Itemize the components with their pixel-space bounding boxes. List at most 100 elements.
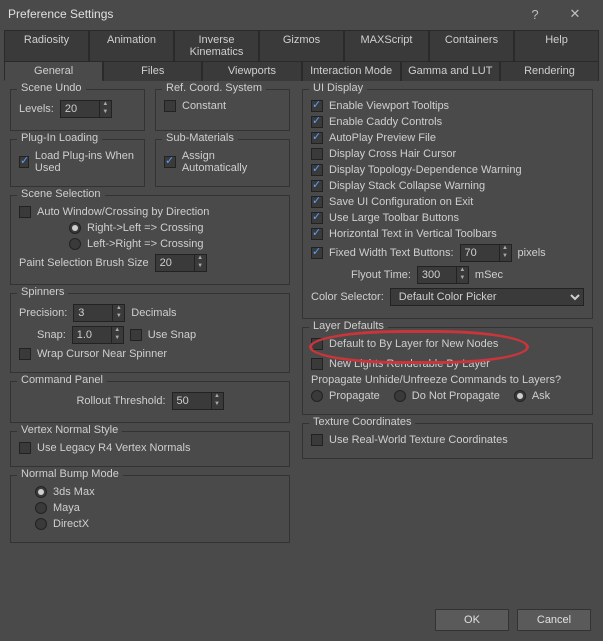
tab-gizmos[interactable]: Gizmos: [259, 30, 344, 61]
spinner-arrows[interactable]: ▲▼: [111, 327, 123, 343]
right-left-label: Right->Left => Crossing: [87, 222, 203, 234]
default-by-layer-checkbox[interactable]: [311, 338, 323, 350]
tab-files[interactable]: Files: [103, 61, 202, 81]
assign-auto-label: Assign Automatically: [182, 150, 281, 174]
preferences-window: Preference Settings ? ✕ RadiosityAnimati…: [0, 0, 603, 641]
left-right-label: Left->Right => Crossing: [87, 238, 203, 250]
cancel-button[interactable]: Cancel: [517, 609, 591, 631]
display-stack-collapse-warning-checkbox[interactable]: [311, 180, 323, 192]
tab-inverse-kinematics[interactable]: Inverse Kinematics: [174, 30, 259, 61]
tab-row-1: RadiosityAnimationInverse KinematicsGizm…: [0, 28, 603, 61]
group-legend: Sub-Materials: [162, 132, 238, 144]
spinner-arrows[interactable]: ▲▼: [112, 305, 124, 321]
tab-maxscript[interactable]: MAXScript: [344, 30, 429, 61]
spinner-arrows[interactable]: ▲▼: [456, 267, 468, 283]
fixed-width-spinner[interactable]: ▲▼: [460, 244, 512, 262]
spinner-arrows[interactable]: ▲▼: [194, 255, 206, 271]
pixels-label: pixels: [518, 247, 546, 259]
wrap-cursor-checkbox[interactable]: [19, 348, 31, 360]
group-legend: Spinners: [17, 286, 68, 298]
fixed-width-input[interactable]: [461, 246, 499, 260]
right-left-radio[interactable]: [69, 222, 81, 234]
fixed-width-checkbox[interactable]: [311, 247, 323, 259]
rollout-spinner[interactable]: ▲▼: [172, 392, 224, 410]
legacy-r4-checkbox[interactable]: [19, 442, 31, 454]
checkbox-label: Display Cross Hair Cursor: [329, 148, 456, 160]
auto-window-checkbox[interactable]: [19, 206, 31, 218]
ui-display-group: UI Display Enable Viewport TooltipsEnabl…: [302, 89, 593, 319]
horizontal-text-in-vertical-toolbars-checkbox[interactable]: [311, 228, 323, 240]
new-lights-checkbox[interactable]: [311, 358, 323, 370]
ok-button[interactable]: OK: [435, 609, 509, 631]
tab-row-2: GeneralFilesViewportsInteraction ModeGam…: [0, 61, 603, 81]
ask-radio[interactable]: [514, 390, 526, 402]
real-world-label: Use Real-World Texture Coordinates: [329, 434, 508, 446]
tab-gamma-and-lut[interactable]: Gamma and LUT: [401, 61, 500, 81]
levels-spinner[interactable]: ▲▼: [60, 100, 112, 118]
real-world-checkbox[interactable]: [311, 434, 323, 446]
layer-defaults-group: Layer Defaults Default to By Layer for N…: [302, 327, 593, 415]
enable-viewport-tooltips-checkbox[interactable]: [311, 100, 323, 112]
constant-checkbox[interactable]: [164, 100, 176, 112]
tab-animation[interactable]: Animation: [89, 30, 174, 61]
content-area: Scene Undo Levels: ▲▼ Ref. Coord. System…: [0, 81, 603, 603]
autoplay-preview-file-checkbox[interactable]: [311, 132, 323, 144]
rollout-input[interactable]: [173, 394, 211, 408]
titlebar: Preference Settings ? ✕: [0, 0, 603, 28]
snap-label: Snap:: [37, 329, 66, 341]
flyout-spinner[interactable]: ▲▼: [417, 266, 469, 284]
use-snap-checkbox[interactable]: [130, 329, 142, 341]
assign-auto-checkbox[interactable]: [164, 156, 176, 168]
tab-general[interactable]: General: [4, 61, 103, 81]
checkbox-label: Display Topology-Dependence Warning: [329, 164, 522, 176]
3ds-max-radio[interactable]: [35, 486, 47, 498]
tab-viewports[interactable]: Viewports: [202, 61, 301, 81]
display-topology-dependence-warning-checkbox[interactable]: [311, 164, 323, 176]
checkbox-label: Use Large Toolbar Buttons: [329, 212, 459, 224]
group-legend: Plug-In Loading: [17, 132, 102, 144]
checkbox-label: Display Stack Collapse Warning: [329, 180, 485, 192]
group-legend: Vertex Normal Style: [17, 424, 122, 436]
group-legend: Texture Coordinates: [309, 416, 415, 428]
precision-input[interactable]: [74, 306, 112, 320]
snap-input[interactable]: [73, 328, 111, 342]
left-right-radio[interactable]: [69, 238, 81, 250]
spinner-arrows[interactable]: ▲▼: [499, 245, 511, 261]
display-cross-hair-cursor-checkbox[interactable]: [311, 148, 323, 160]
use-snap-label: Use Snap: [148, 329, 196, 341]
directx-radio[interactable]: [35, 518, 47, 530]
paint-brush-spinner[interactable]: ▲▼: [155, 254, 207, 272]
checkbox-label: Horizontal Text in Vertical Toolbars: [329, 228, 497, 240]
help-icon[interactable]: ?: [515, 7, 555, 22]
do-not-propagate-radio[interactable]: [394, 390, 406, 402]
tab-help[interactable]: Help: [514, 30, 599, 61]
radio-label: DirectX: [53, 518, 89, 530]
decimals-label: Decimals: [131, 307, 176, 319]
left-column: Scene Undo Levels: ▲▼ Ref. Coord. System…: [10, 89, 290, 595]
snap-spinner[interactable]: ▲▼: [72, 326, 124, 344]
texture-coords-group: Texture Coordinates Use Real-World Textu…: [302, 423, 593, 459]
tab-radiosity[interactable]: Radiosity: [4, 30, 89, 61]
save-ui-configuration-on-exit-checkbox[interactable]: [311, 196, 323, 208]
propagate-question: Propagate Unhide/Unfreeze Commands to La…: [311, 374, 561, 386]
propagate-radio[interactable]: [311, 390, 323, 402]
plugin-loading-group: Plug-In Loading Load Plug-ins When Used: [10, 139, 145, 187]
default-by-layer-label: Default to By Layer for New Nodes: [329, 338, 498, 350]
close-icon[interactable]: ✕: [555, 6, 595, 22]
precision-spinner[interactable]: ▲▼: [73, 304, 125, 322]
flyout-input[interactable]: [418, 268, 456, 282]
spinner-arrows[interactable]: ▲▼: [99, 101, 111, 117]
color-selector-dropdown[interactable]: Default Color Picker: [390, 288, 584, 306]
enable-caddy-controls-checkbox[interactable]: [311, 116, 323, 128]
checkbox-label: AutoPlay Preview File: [329, 132, 436, 144]
load-plugins-checkbox[interactable]: [19, 156, 29, 168]
spinner-arrows[interactable]: ▲▼: [211, 393, 223, 409]
use-large-toolbar-buttons-checkbox[interactable]: [311, 212, 323, 224]
tab-containers[interactable]: Containers: [429, 30, 514, 61]
tab-rendering[interactable]: Rendering: [500, 61, 599, 81]
maya-radio[interactable]: [35, 502, 47, 514]
levels-input[interactable]: [61, 102, 99, 116]
radio-label: Maya: [53, 502, 80, 514]
paint-brush-input[interactable]: [156, 256, 194, 270]
tab-interaction-mode[interactable]: Interaction Mode: [302, 61, 401, 81]
